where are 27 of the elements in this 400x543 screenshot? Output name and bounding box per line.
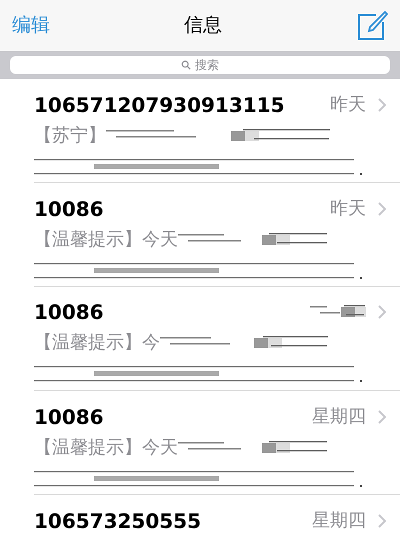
message-date: 昨天	[330, 197, 366, 221]
screen-title: 信息	[184, 13, 222, 38]
chevron-icon	[378, 202, 386, 216]
message-row[interactable]: 106573250555 星期四	[34, 495, 400, 538]
message-row[interactable]: 10086 星期四 【温馨提示】今天	[34, 391, 400, 495]
sender-name: 106571207930913115	[34, 92, 284, 118]
chevron-icon	[378, 98, 386, 112]
message-preview: 【温馨提示】今	[34, 331, 160, 355]
message-row[interactable]: 10086 【温馨提示】今	[34, 287, 400, 391]
message-row[interactable]: 106571207930913115 昨天 【苏宁】	[34, 79, 400, 183]
message-date: 星期四	[312, 509, 366, 533]
message-preview: 【温馨提示】今天	[34, 228, 178, 252]
chevron-icon	[378, 514, 386, 528]
sender-name: 10086	[34, 299, 104, 325]
message-preview: 【苏宁】	[34, 124, 106, 148]
compose-icon[interactable]	[356, 10, 388, 42]
search-icon	[181, 60, 191, 70]
message-row[interactable]: 10086 昨天 【温馨提示】今天	[34, 183, 400, 287]
chevron-icon	[378, 305, 386, 319]
search-placeholder: 搜索	[195, 57, 219, 74]
message-date: 昨天	[330, 93, 366, 117]
message-date: 星期四	[312, 405, 366, 429]
sender-name: 10086	[34, 404, 104, 430]
sender-name: 106573250555	[34, 508, 201, 534]
chevron-icon	[378, 410, 386, 424]
message-preview: 【温馨提示】今天	[34, 436, 178, 460]
sender-name: 10086	[34, 196, 104, 222]
